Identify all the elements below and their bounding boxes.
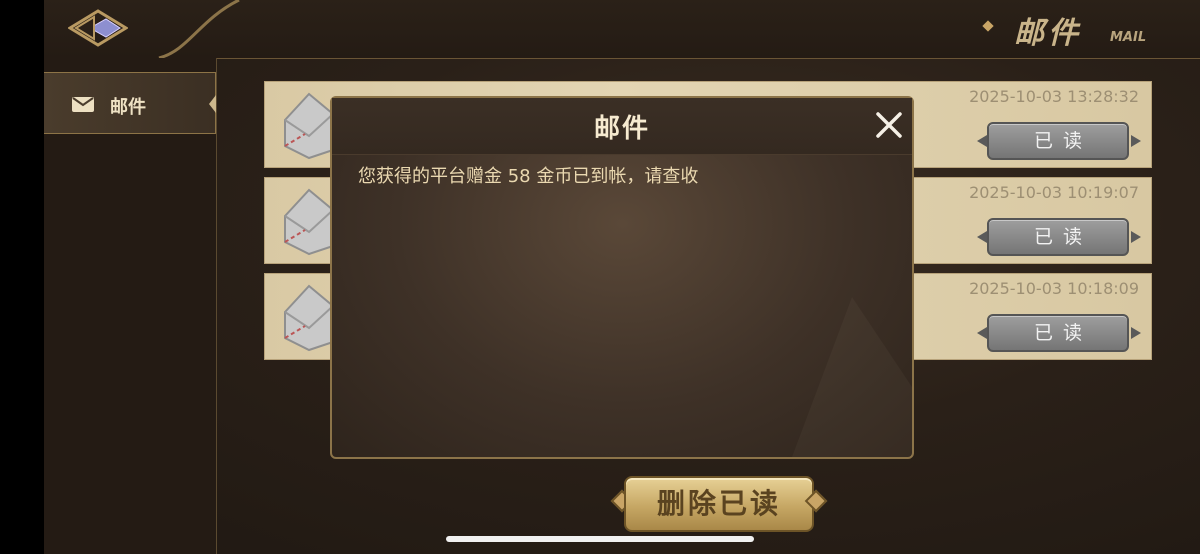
mail-timestamp: 2025-10-03 10:18:09 xyxy=(969,279,1139,298)
read-status-button[interactable]: 已读 xyxy=(977,120,1141,162)
home-indicator[interactable] xyxy=(446,536,754,542)
arrow-right-icon xyxy=(1131,231,1141,243)
close-icon xyxy=(876,112,902,138)
arrow-right-icon xyxy=(1131,135,1141,147)
page-title: 邮件 MAIL xyxy=(980,0,1200,58)
selected-indicator xyxy=(209,95,216,113)
dialog-message: 您获得的平台赠金 58 金币已到帐，请查收 xyxy=(358,166,699,187)
sidebar: 邮件 xyxy=(44,58,217,554)
read-status-button[interactable]: 已读 xyxy=(977,312,1141,354)
mail-screen: 邮件 MAIL 邮件 2025-10-03 13:28:32 已读 2025-1… xyxy=(44,0,1200,554)
header-decoration xyxy=(158,0,240,58)
close-button[interactable] xyxy=(872,108,906,142)
arrow-left-icon xyxy=(977,327,987,339)
page-title-en: MAIL xyxy=(1110,30,1147,45)
read-status-label: 已读 xyxy=(1033,322,1092,344)
arrow-left-icon xyxy=(977,231,987,243)
mail-detail-dialog: 邮件 您获得的平台赠金 58 金币已到帐，请查收 xyxy=(330,96,914,459)
dialog-decoration xyxy=(792,297,912,457)
dialog-header: 邮件 xyxy=(332,98,912,155)
mail-timestamp: 2025-10-03 10:19:07 xyxy=(969,183,1139,202)
arrow-right-icon xyxy=(1131,327,1141,339)
title-diamond-icon xyxy=(982,20,994,32)
delete-read-label: 删除已读 xyxy=(656,487,781,520)
back-button[interactable] xyxy=(67,8,129,48)
sidebar-item-mail[interactable]: 邮件 xyxy=(44,72,216,134)
envelope-icon xyxy=(72,97,94,112)
mail-timestamp: 2025-10-03 13:28:32 xyxy=(969,87,1139,106)
delete-read-button[interactable]: 删除已读 xyxy=(610,474,828,534)
read-status-label: 已读 xyxy=(1033,226,1092,248)
read-status-button[interactable]: 已读 xyxy=(977,216,1141,258)
read-status-label: 已读 xyxy=(1033,130,1092,152)
arrow-left-icon xyxy=(977,135,987,147)
back-arrow-icon xyxy=(67,9,129,47)
page-title-cn: 邮件 xyxy=(1014,16,1082,51)
top-bar: 邮件 MAIL xyxy=(44,0,1200,59)
dialog-title: 邮件 xyxy=(593,114,650,144)
sidebar-item-label: 邮件 xyxy=(110,97,146,118)
